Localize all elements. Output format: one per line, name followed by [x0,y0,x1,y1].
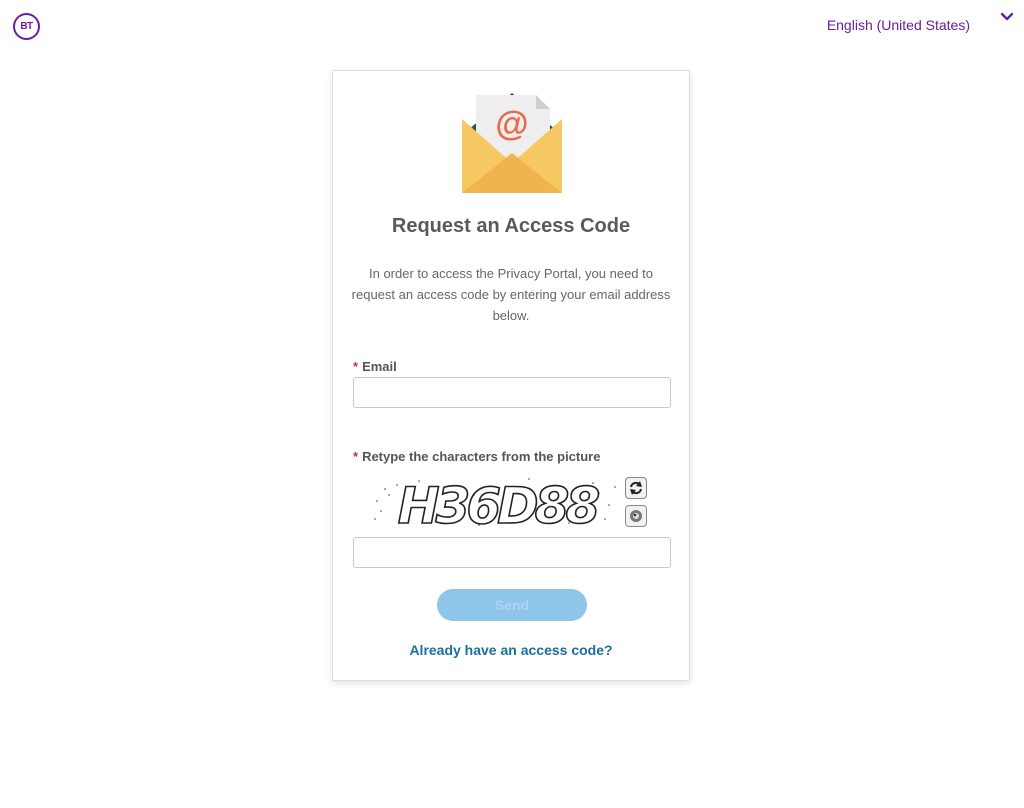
captcha-input[interactable] [353,537,671,568]
page-title: Request an Access Code [391,215,631,237]
email-field[interactable] [353,377,671,408]
language-selector[interactable]: English (United States) [827,17,970,33]
description-text: In order to access the Privacy Portal, y… [351,266,671,323]
audio-icon [630,510,642,522]
envelope-icon: @ [462,93,562,193]
svg-text:@: @ [495,105,528,143]
captcha-audio-button[interactable] [625,505,647,527]
send-button[interactable]: Send [437,589,587,621]
email-label-text: Email [362,359,397,374]
required-marker: * [353,359,359,374]
bt-logo: BT [13,13,40,40]
top-bar: BT English (United States) [0,0,1024,54]
required-marker: * [353,449,359,464]
already-have-code-link[interactable]: Already have an access code? [333,642,689,658]
captcha-label: * Retype the characters from the picture [353,449,600,464]
captcha-refresh-button[interactable] [625,477,647,499]
email-label: * Email [353,359,397,374]
captcha-text: H36D88 [398,477,599,529]
captcha-image: H36D88 [374,476,616,529]
refresh-icon [630,481,642,495]
chevron-down-icon[interactable] [1000,10,1014,24]
captcha-label-text: Retype the characters from the picture [362,449,601,464]
access-code-card: @ Request an Access Code In order to acc… [332,70,690,681]
